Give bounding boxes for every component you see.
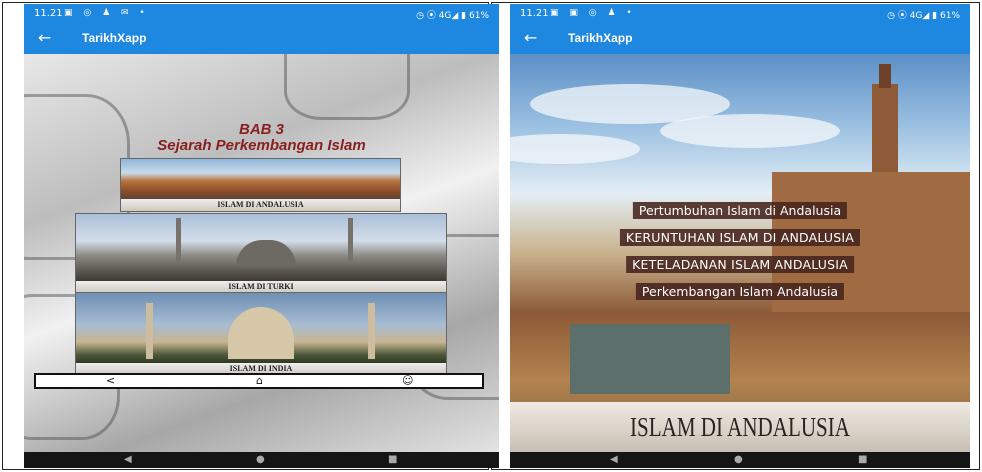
app-bar: ← TarikhXapp <box>24 24 499 54</box>
nav-recent-icon[interactable]: ■ <box>388 454 397 465</box>
chapter-title: Sejarah Perkembangan Islam <box>157 137 366 154</box>
profile-icon[interactable]: ☺ <box>402 375 413 387</box>
chapter-heading: BAB 3 Sejarah Perkembangan Islam <box>24 122 499 154</box>
tower-spire-shape <box>879 64 891 88</box>
andalusia-photo <box>121 159 400 199</box>
nav-back-icon[interactable]: ◀ <box>610 454 618 465</box>
android-nav-bar: ◀ ● ■ <box>510 452 970 468</box>
status-time: 11.21 <box>34 8 63 19</box>
nav-back-icon[interactable]: ◀ <box>124 454 132 465</box>
menu-perkembangan[interactable]: Perkembangan Islam Andalusia <box>635 283 845 300</box>
title-banner: ISLAM DI ANDALUSIA <box>510 402 970 452</box>
menu-keteladanan[interactable]: KETELADANAN ISLAM ANDALUSIA <box>626 256 854 273</box>
bottom-action-bar: < ⌂ ☺ <box>34 373 484 389</box>
back-arrow-icon[interactable]: ← <box>38 28 51 47</box>
nav-recent-icon[interactable]: ■ <box>858 454 867 465</box>
app-title: TarikhXapp <box>568 31 633 45</box>
minaret-shape <box>368 303 375 359</box>
android-nav-bar: ◀ ● ■ <box>24 452 499 468</box>
nav-home-icon[interactable]: ● <box>256 454 265 465</box>
sketch-background-shape <box>284 54 410 120</box>
system-status-icons: ◷ ⦿ 4G◢ ▮ 61% <box>416 11 489 21</box>
chapter-menu-content: BAB 3 Sejarah Perkembangan Islam ISLAM D… <box>24 54 499 452</box>
menu-keruntuhan[interactable]: KERUNTUHAN ISLAM DI ANDALUSIA <box>619 229 861 246</box>
minaret-shape <box>146 303 153 359</box>
status-time: 11.21 <box>520 8 549 19</box>
minaret-shape <box>176 218 181 262</box>
cloud-shape <box>510 134 640 164</box>
notification-icons: ▣ ◎ ♟ ✉ • <box>64 8 149 18</box>
share-icon[interactable]: < <box>106 375 115 387</box>
topic-caption: ISLAM DI ANDALUSIA <box>121 199 400 211</box>
home-icon[interactable]: ⌂ <box>256 375 263 387</box>
back-arrow-icon[interactable]: ← <box>524 28 537 47</box>
status-bar: 11.21 ▣ ▣ ◎ ♟ • ◷ ⦿ 4G◢ ▮ 61% <box>510 4 970 24</box>
topic-card-india[interactable]: ISLAM DI INDIA <box>75 292 447 376</box>
notification-icons: ▣ ▣ ◎ ♟ • <box>550 8 636 18</box>
app-title: TarikhXapp <box>82 31 147 45</box>
app-bar: ← TarikhXapp <box>510 24 970 54</box>
banner-title: ISLAM DI ANDALUSIA <box>630 412 850 442</box>
menu-pertumbuhan[interactable]: Pertumbuhan Islam di Andalusia <box>632 202 848 219</box>
andalusia-menu-content: Pertumbuhan Islam di Andalusia KERUNTUHA… <box>510 54 970 452</box>
topic-card-andalusia[interactable]: ISLAM DI ANDALUSIA <box>120 158 401 212</box>
status-bar: 11.21 ▣ ◎ ♟ ✉ • ◷ ⦿ 4G◢ ▮ 61% <box>24 4 499 24</box>
right-phone-screen: 11.21 ▣ ▣ ◎ ♟ • ◷ ⦿ 4G◢ ▮ 61% ← TarikhXa… <box>510 4 970 468</box>
cloud-shape <box>660 114 840 148</box>
topic-card-turki[interactable]: ISLAM DI TURKI <box>75 213 447 294</box>
canal-shape <box>570 324 730 394</box>
minaret-shape <box>348 218 353 262</box>
chapter-number: BAB 3 <box>238 121 284 138</box>
nav-home-icon[interactable]: ● <box>734 454 743 465</box>
system-status-icons: ◷ ⦿ 4G◢ ▮ 61% <box>887 11 960 21</box>
left-phone-screen: 11.21 ▣ ◎ ♟ ✉ • ◷ ⦿ 4G◢ ▮ 61% ← TarikhXa… <box>24 4 499 468</box>
